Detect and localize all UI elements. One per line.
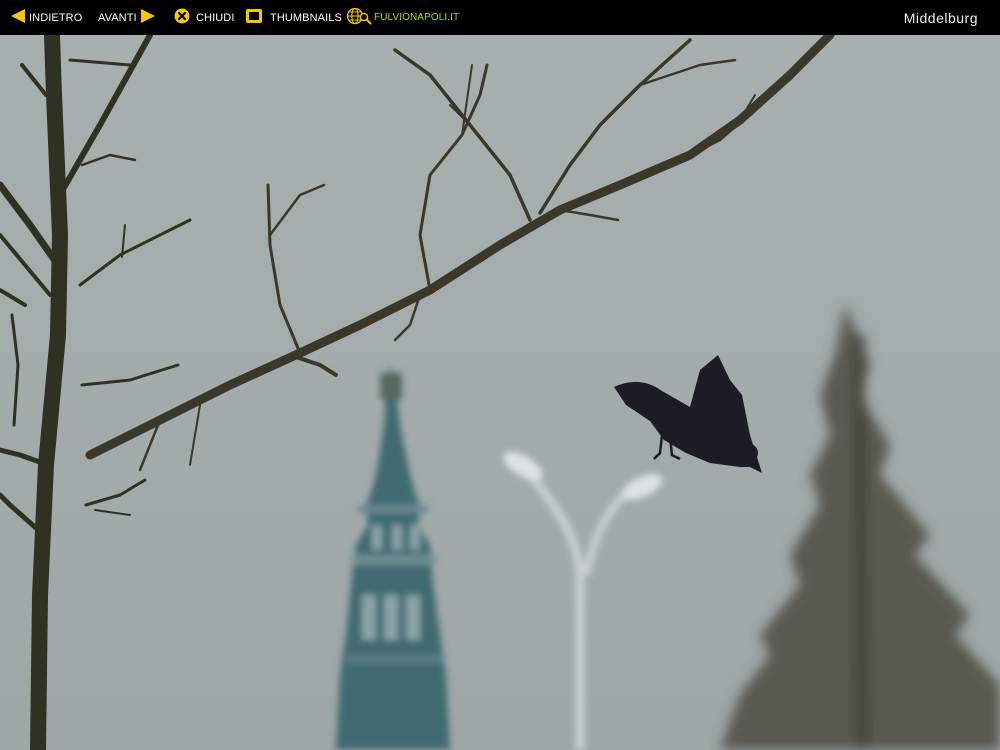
back-label: INDIETRO bbox=[29, 11, 83, 24]
thumbnails-button[interactable]: THUMBNAILS bbox=[245, 0, 342, 35]
thumbnails-square-icon bbox=[245, 8, 263, 27]
arrow-right-icon bbox=[140, 8, 156, 27]
back-button[interactable]: INDIETRO bbox=[10, 0, 82, 35]
close-button[interactable]: CHIUDI bbox=[174, 0, 235, 35]
globe-search-icon bbox=[346, 7, 372, 28]
gallery-title: Middelburg bbox=[903, 9, 978, 26]
site-label: FULVIONAPOLI.IT bbox=[374, 12, 460, 23]
photo-scene bbox=[0, 35, 1000, 750]
close-circle-icon bbox=[174, 8, 190, 27]
photo bbox=[0, 35, 1000, 750]
toolbar: INDIETRO AVANTI CHIUDI THUMBNAILS FULVIO… bbox=[0, 0, 1000, 35]
next-button[interactable]: AVANTI bbox=[98, 0, 156, 35]
arrow-left-icon bbox=[10, 8, 26, 27]
close-label: CHIUDI bbox=[196, 11, 235, 24]
next-label: AVANTI bbox=[98, 11, 137, 24]
thumbnails-label: THUMBNAILS bbox=[270, 11, 342, 24]
site-link[interactable]: FULVIONAPOLI.IT bbox=[346, 0, 459, 35]
